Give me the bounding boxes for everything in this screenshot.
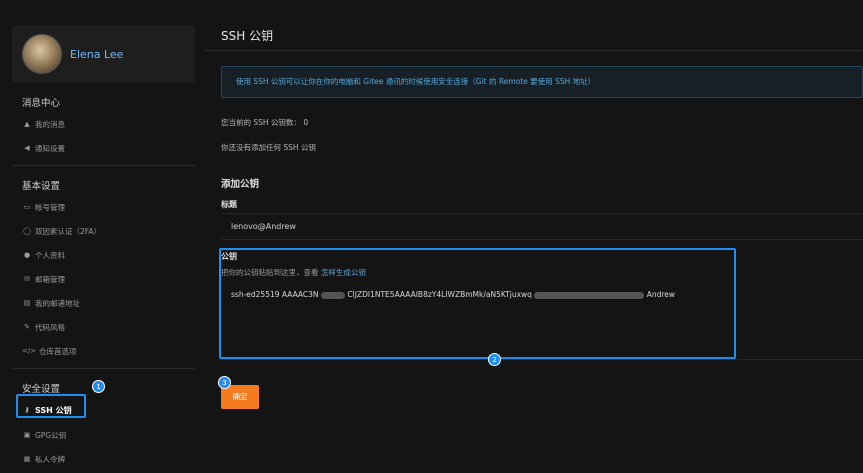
code-icon: </> — [22, 347, 37, 355]
step-badge-3: 3 — [218, 376, 231, 389]
sidebar-item-label: 个人资料 — [35, 250, 65, 260]
highlight-box-ssh-nav — [16, 394, 86, 418]
sidebar-item-address[interactable]: ▤ 我的邮递地址 — [22, 294, 80, 312]
key-textarea[interactable]: ssh-ed25519 AAAAC3N CIJZDI1NTE5AAAAIB8zY… — [221, 282, 863, 360]
step-badge-1: 1 — [92, 380, 105, 393]
token-icon: ▦ — [23, 455, 31, 463]
section-title-messages: 消息中心 — [22, 98, 61, 109]
sidebar-item-label: 我的消息 — [35, 119, 65, 129]
sidebar-item-code-style[interactable]: ✎ 代码风格 — [22, 318, 65, 336]
info-banner: 使用 SSH 公钥可以让你在你的电脑和 Gitee 通讯的时候使用安全连接（Gi… — [221, 66, 863, 98]
sidebar-item-label: 邮箱管理 — [35, 274, 65, 284]
address-icon: ▤ — [23, 299, 31, 307]
profile-name[interactable]: Elena Lee — [70, 48, 123, 61]
key-hint: 把你的公钥粘贴到这里，查看 怎样生成公钥 — [221, 267, 366, 278]
divider — [205, 50, 863, 51]
empty-state-text: 你还没有添加任何 SSH 公钥 — [221, 143, 316, 152]
how-to-generate-link[interactable]: 怎样生成公钥 — [321, 268, 366, 277]
key-count-text: 您当前的 SSH 公钥数： 0 — [221, 118, 309, 127]
sidebar-item-2fa[interactable]: ◯ 双因素认证（2FA） — [22, 222, 101, 240]
lock-icon: ▣ — [23, 431, 31, 439]
sidebar-item-tokens[interactable]: ▦ 私人令牌 — [22, 450, 65, 468]
title-field-label: 标题 — [221, 200, 237, 209]
sidebar-item-label: GPG公钥 — [35, 430, 67, 440]
user-icon: ● — [23, 251, 31, 259]
divider — [12, 368, 195, 369]
bell-icon: ▲ — [24, 120, 30, 128]
sidebar-item-label: 私人令牌 — [35, 454, 65, 464]
sidebar-item-notification-settings[interactable]: ◀ 通知设置 — [22, 139, 65, 157]
step-badge-2: 2 — [488, 353, 501, 366]
key-hint-text: 把你的公钥粘贴到这里，查看 — [221, 268, 319, 277]
section-title-basic: 基本设置 — [22, 181, 61, 192]
sidebar-item-label: 代码风格 — [35, 322, 65, 332]
divider — [12, 165, 195, 166]
sidebar-item-my-messages[interactable]: ▲ 我的消息 — [22, 115, 65, 133]
sidebar-item-gpg-key[interactable]: ▣ GPG公钥 — [22, 426, 66, 444]
sidebar-item-repo-prefs[interactable]: </> 仓库首选项 — [22, 342, 77, 360]
redaction-mask — [320, 291, 345, 299]
key-value-middle: CIJZDI1NTE5AAAAIB8zY4LIWZBmMk/aN5KTjuxwq — [347, 290, 532, 299]
brush-icon: ✎ — [24, 323, 30, 331]
title-input[interactable]: lenovo@Andrew — [221, 213, 863, 240]
key-value-start: ssh-ed25519 AAAAC3N — [231, 290, 319, 299]
mail-icon: ✉ — [24, 275, 30, 283]
shield-user-icon: ◯ — [23, 227, 31, 235]
id-card-icon: ▭ — [23, 203, 31, 211]
sidebar-item-email[interactable]: ✉ 邮箱管理 — [22, 270, 65, 288]
page-title: SSH 公钥 — [221, 29, 274, 43]
sidebar-item-profile[interactable]: ● 个人资料 — [22, 246, 65, 264]
main-content: SSH 公钥 使用 SSH 公钥可以让你在你的电脑和 Gitee 通讯的时候使用… — [205, 0, 863, 473]
add-key-heading: 添加公钥 — [221, 179, 260, 190]
key-value-end: Andrew — [646, 290, 676, 299]
sidebar-item-label: 通知设置 — [35, 143, 65, 153]
avatar[interactable] — [22, 34, 62, 74]
sidebar-item-label: 帐号管理 — [35, 202, 65, 212]
key-field-label: 公钥 — [221, 252, 237, 261]
redaction-mask — [534, 291, 645, 299]
sidebar-item-label: 我的邮递地址 — [35, 298, 80, 308]
sidebar-item-label: 双因素认证（2FA） — [35, 226, 102, 236]
sidebar-item-account[interactable]: ▭ 帐号管理 — [22, 198, 65, 216]
volume-icon: ◀ — [24, 144, 30, 152]
section-title-security: 安全设置 — [22, 384, 61, 395]
profile-card[interactable]: Elena Lee — [12, 25, 195, 83]
sidebar-item-label: 仓库首选项 — [39, 346, 77, 356]
